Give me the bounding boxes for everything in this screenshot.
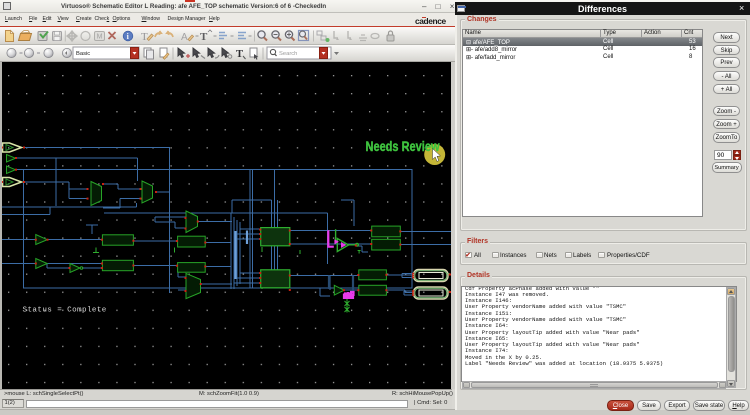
svg-text:Search: Search — [279, 51, 297, 57]
svg-text:T: T — [141, 31, 148, 43]
svg-text:A: A — [181, 32, 188, 43]
svg-text:Status = Complete: Status = Complete — [23, 307, 107, 315]
svg-text:T: T — [200, 31, 208, 43]
svg-text:M: M — [97, 34, 103, 41]
svg-text:T: T — [236, 49, 243, 60]
svg-text:Needs Review: Needs Review — [366, 139, 440, 154]
svg-text:Basic: Basic — [76, 51, 90, 57]
